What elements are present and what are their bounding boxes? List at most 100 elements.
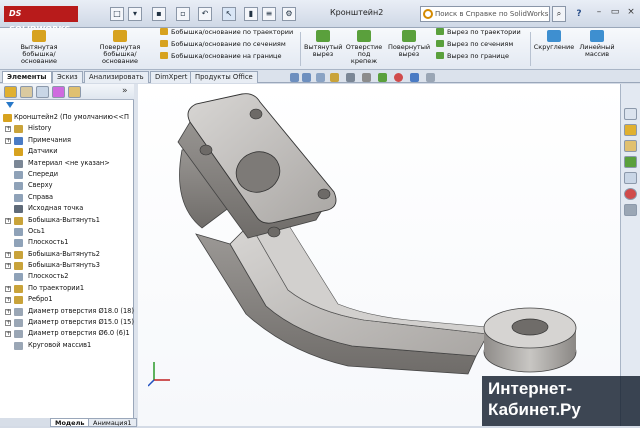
tab-sketch[interactable]: Эскиз — [52, 71, 83, 83]
tree-item[interactable]: Сверху — [0, 180, 134, 191]
tree-item[interactable]: Круговой массив1 — [0, 340, 134, 351]
tree-item[interactable]: + Диаметр отверстия Ø15.0 (15)1 — [0, 317, 134, 328]
expand-toggle-icon[interactable]: + — [5, 297, 11, 304]
view-palette-icon[interactable] — [624, 172, 637, 184]
file-explorer-icon[interactable] — [624, 140, 637, 152]
hole-wizard-icon — [357, 30, 371, 42]
revolve-cut-button[interactable]: Повернутый вырез — [388, 30, 430, 58]
revolve-boss-button[interactable]: Повернутая бобышка/основание — [86, 30, 154, 65]
tree-item[interactable]: + Диаметр отверстия Ø18.0 (18)1 — [0, 306, 134, 317]
new-doc-icon[interactable]: □ — [110, 7, 124, 21]
boundary-boss-button[interactable]: Бобышка/основание на границе — [160, 52, 281, 61]
expand-toggle-icon[interactable]: + — [5, 331, 11, 338]
dimxpert-manager-tab-icon[interactable] — [52, 86, 65, 98]
expand-toggle-icon[interactable]: + — [5, 217, 11, 224]
search-results-icon[interactable] — [624, 156, 637, 168]
resources-icon[interactable] — [624, 108, 637, 120]
graphics-area[interactable] — [138, 84, 620, 426]
expand-toggle-icon[interactable]: + — [5, 137, 11, 144]
loft-boss-button[interactable]: Бобышка/основание по сечениям — [160, 40, 286, 49]
print-icon[interactable]: ▫ — [176, 7, 190, 21]
appearances-icon[interactable] — [624, 188, 637, 200]
tab-office-products[interactable]: Продукты Office — [190, 71, 258, 83]
tree-item[interactable]: + Ребро1 — [0, 294, 134, 305]
loft-cut-button[interactable]: Вырез по сечениям — [436, 40, 513, 49]
undo-icon[interactable]: ↶ — [198, 7, 212, 21]
property-manager-tab-icon[interactable] — [20, 86, 33, 98]
restore-button[interactable]: ▭ — [608, 6, 622, 20]
tree-item[interactable]: Плоскость1 — [0, 237, 134, 248]
save-icon[interactable]: ▪ — [152, 7, 166, 21]
tree-item[interactable]: + Бобышка-Вытянуть1 — [0, 215, 134, 226]
tab-evaluate[interactable]: Анализировать — [84, 71, 149, 83]
design-library-icon[interactable] — [624, 124, 637, 136]
boundary-cut-button[interactable]: Вырез по границе — [436, 52, 509, 61]
tree-root-part[interactable]: Кронштейн2 (По умолчанию<<П — [0, 112, 134, 123]
sweep-cut-label: Вырез по траектории — [447, 28, 521, 36]
hide-show-items-icon[interactable] — [378, 73, 387, 82]
expand-toggle-icon[interactable]: + — [5, 320, 11, 327]
tree-item[interactable]: + History — [0, 123, 134, 134]
search-go-button[interactable]: ⌕ — [552, 6, 566, 22]
sweep-boss-button[interactable]: Бобышка/основание по траектории — [160, 28, 293, 37]
view-orientation-icon[interactable] — [346, 73, 355, 82]
select-icon[interactable]: ↖ — [222, 7, 236, 21]
tree-item[interactable]: Справа — [0, 192, 134, 203]
revolve-cut-label: Повернутый вырез — [388, 43, 431, 58]
display-style-icon[interactable] — [362, 73, 371, 82]
extrude-boss-button[interactable]: Вытянутая бобышка/основание — [8, 30, 70, 65]
tree-item[interactable]: + Примечания — [0, 135, 134, 146]
appearance-icon[interactable] — [394, 73, 403, 82]
feature-icon — [14, 262, 23, 271]
help-search-input[interactable]: Поиск в Справке по SolidWorks — [420, 6, 550, 22]
zoom-area-icon[interactable] — [302, 73, 311, 82]
tree-item[interactable]: + Диаметр отверстия Ø6.0 (6)1 — [0, 328, 134, 339]
zoom-fit-icon[interactable] — [290, 73, 299, 82]
expand-toggle-icon[interactable]: + — [5, 263, 11, 270]
file-properties-icon[interactable]: ≡ — [262, 7, 276, 21]
section-view-icon[interactable] — [330, 73, 339, 82]
tree-item[interactable]: + Бобышка-Вытянуть2 — [0, 249, 134, 260]
tree-item[interactable]: + Бобышка-Вытянуть3 — [0, 260, 134, 271]
tree-item[interactable]: Спереди — [0, 169, 134, 180]
tree-item-label: Спереди — [28, 169, 59, 178]
scene-icon[interactable] — [410, 73, 419, 82]
display-manager-tab-icon[interactable] — [68, 86, 81, 98]
view-settings-icon[interactable] — [426, 73, 435, 82]
tree-item[interactable]: Плоскость2 — [0, 271, 134, 282]
expand-toggle-icon[interactable]: + — [5, 285, 11, 292]
tree-item[interactable]: Ось1 — [0, 226, 134, 237]
feature-icon — [14, 273, 23, 282]
tree-item[interactable]: Материал <не указан> — [0, 158, 134, 169]
custom-properties-icon[interactable] — [624, 204, 637, 216]
expand-toggle-icon[interactable]: + — [5, 126, 11, 133]
tree-item[interactable]: Исходная точка — [0, 203, 134, 214]
bracket-model[interactable] — [138, 84, 620, 426]
sweep-cut-button[interactable]: Вырез по траектории — [436, 28, 521, 37]
tree-item-label: Материал <не указан> — [28, 158, 110, 167]
tree-item[interactable]: Датчики — [0, 146, 134, 157]
linear-pattern-button[interactable]: Линейный массив — [578, 30, 616, 58]
open-folder-icon[interactable]: ▾ — [128, 7, 142, 21]
fillet-button[interactable]: Скругление — [532, 30, 576, 51]
expand-toggle-icon[interactable]: + — [5, 251, 11, 258]
configuration-manager-tab-icon[interactable] — [36, 86, 49, 98]
tree-item-label: History — [28, 124, 52, 133]
help-icon[interactable]: ? — [572, 6, 586, 22]
filter-icon[interactable] — [6, 102, 14, 110]
close-button[interactable]: × — [624, 6, 638, 20]
previous-view-icon[interactable] — [316, 73, 325, 82]
feature-tree-tab-icon[interactable] — [4, 86, 17, 98]
hole-wizard-button[interactable]: Отверстие под крепеж — [344, 30, 384, 65]
rebuild-icon[interactable]: ▮ — [244, 7, 258, 21]
tab-features[interactable]: Элементы — [2, 71, 52, 83]
loft-boss-icon — [160, 40, 168, 47]
minimize-button[interactable]: – — [592, 6, 606, 20]
expand-toggle-icon[interactable]: + — [5, 308, 11, 315]
solidworks-logo[interactable]: DS SOLIDWORKS — [4, 6, 78, 34]
expand-panel-icon[interactable]: » — [122, 86, 128, 96]
extrude-cut-button[interactable]: Вытянутый вырез — [304, 30, 343, 58]
tab-dimxpert[interactable]: DimXpert — [150, 71, 193, 83]
tree-item[interactable]: + По траектории1 — [0, 283, 134, 294]
options-gear-icon[interactable]: ⚙ — [282, 7, 296, 21]
